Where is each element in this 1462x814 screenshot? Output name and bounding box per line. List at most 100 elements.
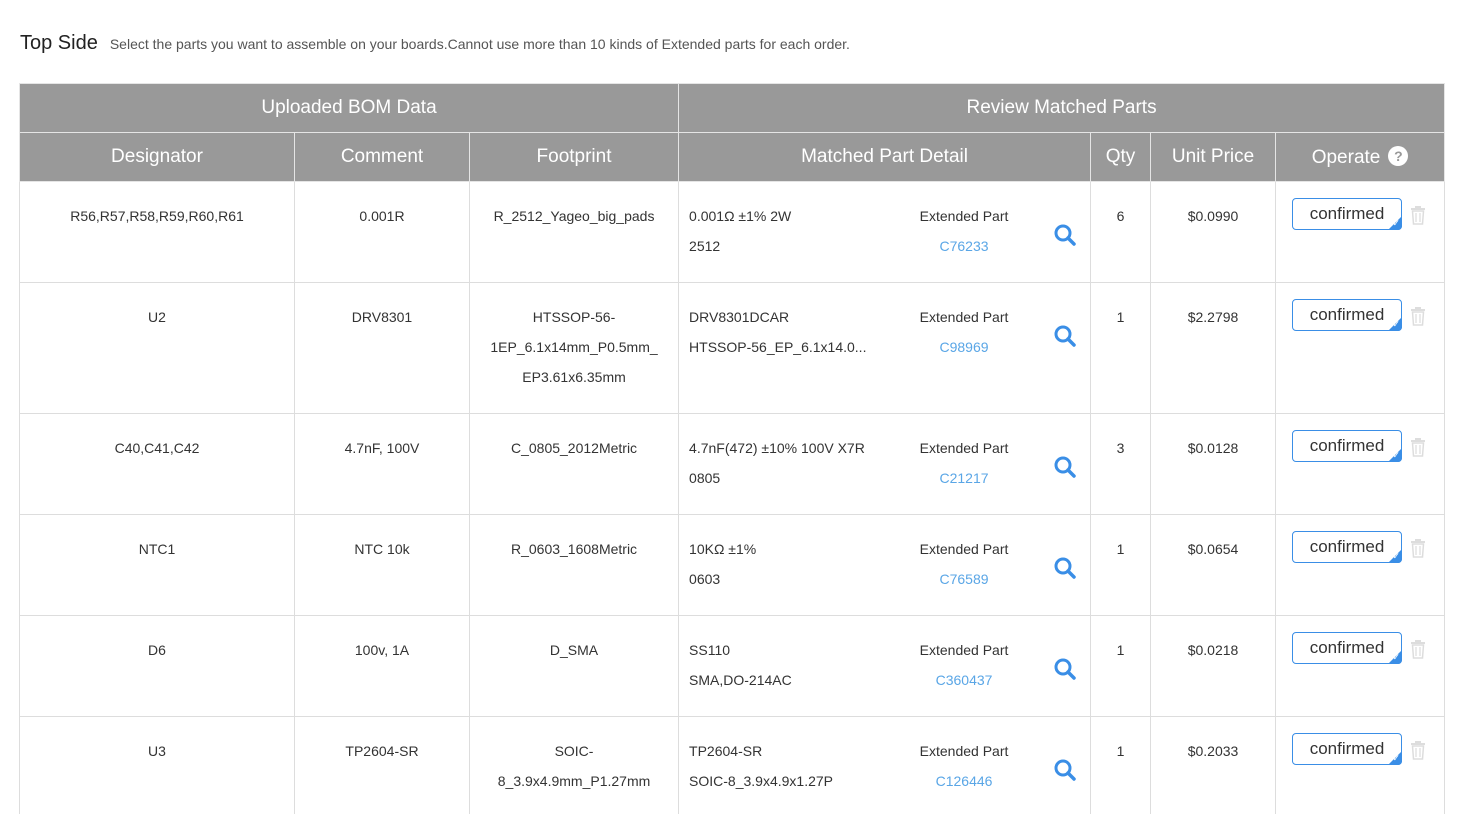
question-circle-icon[interactable]: ?	[1388, 145, 1409, 166]
part-description: 0.001Ω ±1% 2W	[689, 208, 792, 224]
part-package: 0805	[689, 470, 721, 486]
magnifier-icon[interactable]	[1053, 455, 1077, 479]
confirmed-button[interactable]: confirmed ✓	[1292, 430, 1403, 462]
part-code-link[interactable]: C98969	[894, 332, 1034, 362]
confirmed-button[interactable]: confirmed ✓	[1292, 299, 1403, 331]
operate-cell: confirmed ✓	[1275, 282, 1446, 414]
part-code-link[interactable]: C126446	[894, 766, 1034, 796]
operate-cell: confirmed ✓	[1275, 181, 1446, 283]
part-code-link[interactable]: C76589	[894, 564, 1034, 594]
col-unit-price: Unit Price	[1150, 132, 1277, 182]
confirmed-label: confirmed	[1309, 436, 1385, 455]
section-subtitle: Select the parts you want to assemble on…	[109, 36, 850, 52]
check-icon: ✓	[1392, 551, 1401, 561]
matched-part-cell: TP2604-SR SOIC-8_3.9x4.9x1.27P Extended …	[678, 716, 1092, 814]
unit-price-cell: $0.2033	[1150, 716, 1277, 814]
designator-value: U2	[148, 309, 166, 325]
footprint-cell: SOIC- 8_3.9x4.9mm_P1.27mm	[468, 716, 680, 814]
part-description: 4.7nF(472) ±10% 100V X7R	[689, 440, 865, 456]
check-icon: ✓	[1392, 319, 1401, 329]
table-row: U2 DRV8301 HTSSOP-56- 1EP_6.1x14mm_P0.5mm…	[19, 282, 1446, 414]
part-type-label: Extended Part	[919, 440, 1009, 456]
footprint-value: C_0805_2012Metric	[470, 433, 678, 463]
unit-price-value: $0.0990	[1187, 208, 1239, 224]
table-row: R56,R57,R58,R59,R60,R61 0.001R R_2512_Ya…	[19, 181, 1446, 283]
confirmed-label: confirmed	[1309, 638, 1385, 657]
footprint-value: D_SMA	[470, 635, 678, 665]
matched-part-cell: 0.001Ω ±1% 2W 2512 Extended Part C76233	[678, 181, 1092, 283]
footprint-value: SOIC- 8_3.9x4.9mm_P1.27mm	[470, 736, 678, 796]
magnifier-icon[interactable]	[1053, 324, 1077, 348]
part-description: DRV8301DCAR	[689, 309, 790, 325]
check-icon: ✓	[1392, 652, 1401, 662]
group-review-matched: Review Matched Parts	[678, 83, 1446, 133]
qty-cell: 3	[1090, 413, 1152, 515]
trash-icon[interactable]	[1410, 639, 1426, 659]
check-icon: ✓	[1392, 753, 1401, 763]
comment-cell: 100v, 1A	[294, 615, 470, 717]
designator-value: U3	[148, 743, 166, 759]
confirmed-button[interactable]: confirmed ✓	[1292, 531, 1403, 563]
magnifier-icon[interactable]	[1053, 758, 1077, 782]
designator-value: NTC1	[138, 541, 176, 557]
part-type-label: Extended Part	[919, 743, 1009, 759]
confirmed-label: confirmed	[1309, 537, 1385, 556]
qty-value: 1	[1116, 642, 1125, 658]
designator-cell: D6	[19, 615, 295, 717]
comment-value: TP2604-SR	[345, 743, 419, 759]
part-type-label: Extended Part	[919, 642, 1009, 658]
qty-value: 3	[1116, 440, 1125, 456]
unit-price-cell: $0.0990	[1150, 181, 1277, 283]
trash-icon[interactable]	[1410, 205, 1426, 225]
table-row: NTC1 NTC 10k R_0603_1608Metric 10KΩ ±1% …	[19, 514, 1446, 616]
footprint-line: SOIC-	[554, 743, 594, 759]
part-package: SOIC-8_3.9x4.9x1.27P	[689, 773, 834, 789]
operate-cell: confirmed ✓	[1275, 615, 1446, 717]
confirmed-button[interactable]: confirmed ✓	[1292, 632, 1403, 664]
part-code-link[interactable]: C76233	[894, 231, 1034, 261]
part-code-link[interactable]: C21217	[894, 463, 1034, 493]
part-type-label: Extended Part	[919, 208, 1009, 224]
group-uploaded-bom: Uploaded BOM Data	[18, 83, 680, 133]
qty-cell: 1	[1090, 282, 1152, 414]
magnifier-icon[interactable]	[1053, 657, 1077, 681]
footprint-line: R_0603_1608Metric	[510, 541, 638, 557]
col-designator: Designator	[19, 132, 295, 182]
confirmed-button[interactable]: confirmed ✓	[1292, 198, 1403, 230]
matched-part-cell: SS110 SMA,DO-214AC Extended Part C360437	[678, 615, 1092, 717]
col-footprint: Footprint	[468, 132, 680, 182]
designator-cell: NTC1	[19, 514, 295, 616]
footprint-value: R_2512_Yageo_big_pads	[470, 201, 678, 231]
section-header: Top Side Select the parts you want to as…	[20, 32, 850, 58]
col-matched-part-detail: Matched Part Detail	[678, 132, 1092, 182]
comment-cell: DRV8301	[294, 282, 470, 414]
trash-icon[interactable]	[1410, 538, 1426, 558]
table-row: D6 100v, 1A D_SMA SS110 SMA,DO-214AC Ext…	[19, 615, 1446, 717]
check-icon: ✓	[1392, 450, 1401, 460]
part-package: SMA,DO-214AC	[689, 672, 792, 688]
qty-cell: 6	[1090, 181, 1152, 283]
trash-icon[interactable]	[1410, 740, 1426, 760]
magnifier-icon[interactable]	[1053, 556, 1077, 580]
unit-price-value: $0.0218	[1187, 642, 1239, 658]
part-code-link[interactable]: C360437	[894, 665, 1034, 695]
footprint-line: EP3.61x6.35mm	[522, 369, 626, 385]
magnifier-icon[interactable]	[1053, 223, 1077, 247]
bom-table: Uploaded BOM Data Review Matched Parts D…	[18, 83, 1446, 814]
qty-cell: 1	[1090, 716, 1152, 814]
footprint-cell: C_0805_2012Metric	[468, 413, 680, 515]
trash-icon[interactable]	[1410, 306, 1426, 326]
part-description: SS110	[689, 642, 731, 658]
confirmed-button[interactable]: confirmed ✓	[1292, 733, 1403, 765]
footprint-line: HTSSOP-56-	[532, 309, 616, 325]
part-package: 0603	[689, 571, 721, 587]
unit-price-cell: $0.0654	[1150, 514, 1277, 616]
operate-cell: confirmed ✓	[1275, 716, 1446, 814]
designator-value: D6	[148, 642, 166, 658]
comment-value: 0.001R	[359, 208, 405, 224]
confirmed-label: confirmed	[1309, 204, 1385, 223]
trash-icon[interactable]	[1410, 437, 1426, 457]
matched-part-cell: 10KΩ ±1% 0603 Extended Part C76589	[678, 514, 1092, 616]
comment-cell: NTC 10k	[294, 514, 470, 616]
comment-value: NTC 10k	[354, 541, 410, 557]
